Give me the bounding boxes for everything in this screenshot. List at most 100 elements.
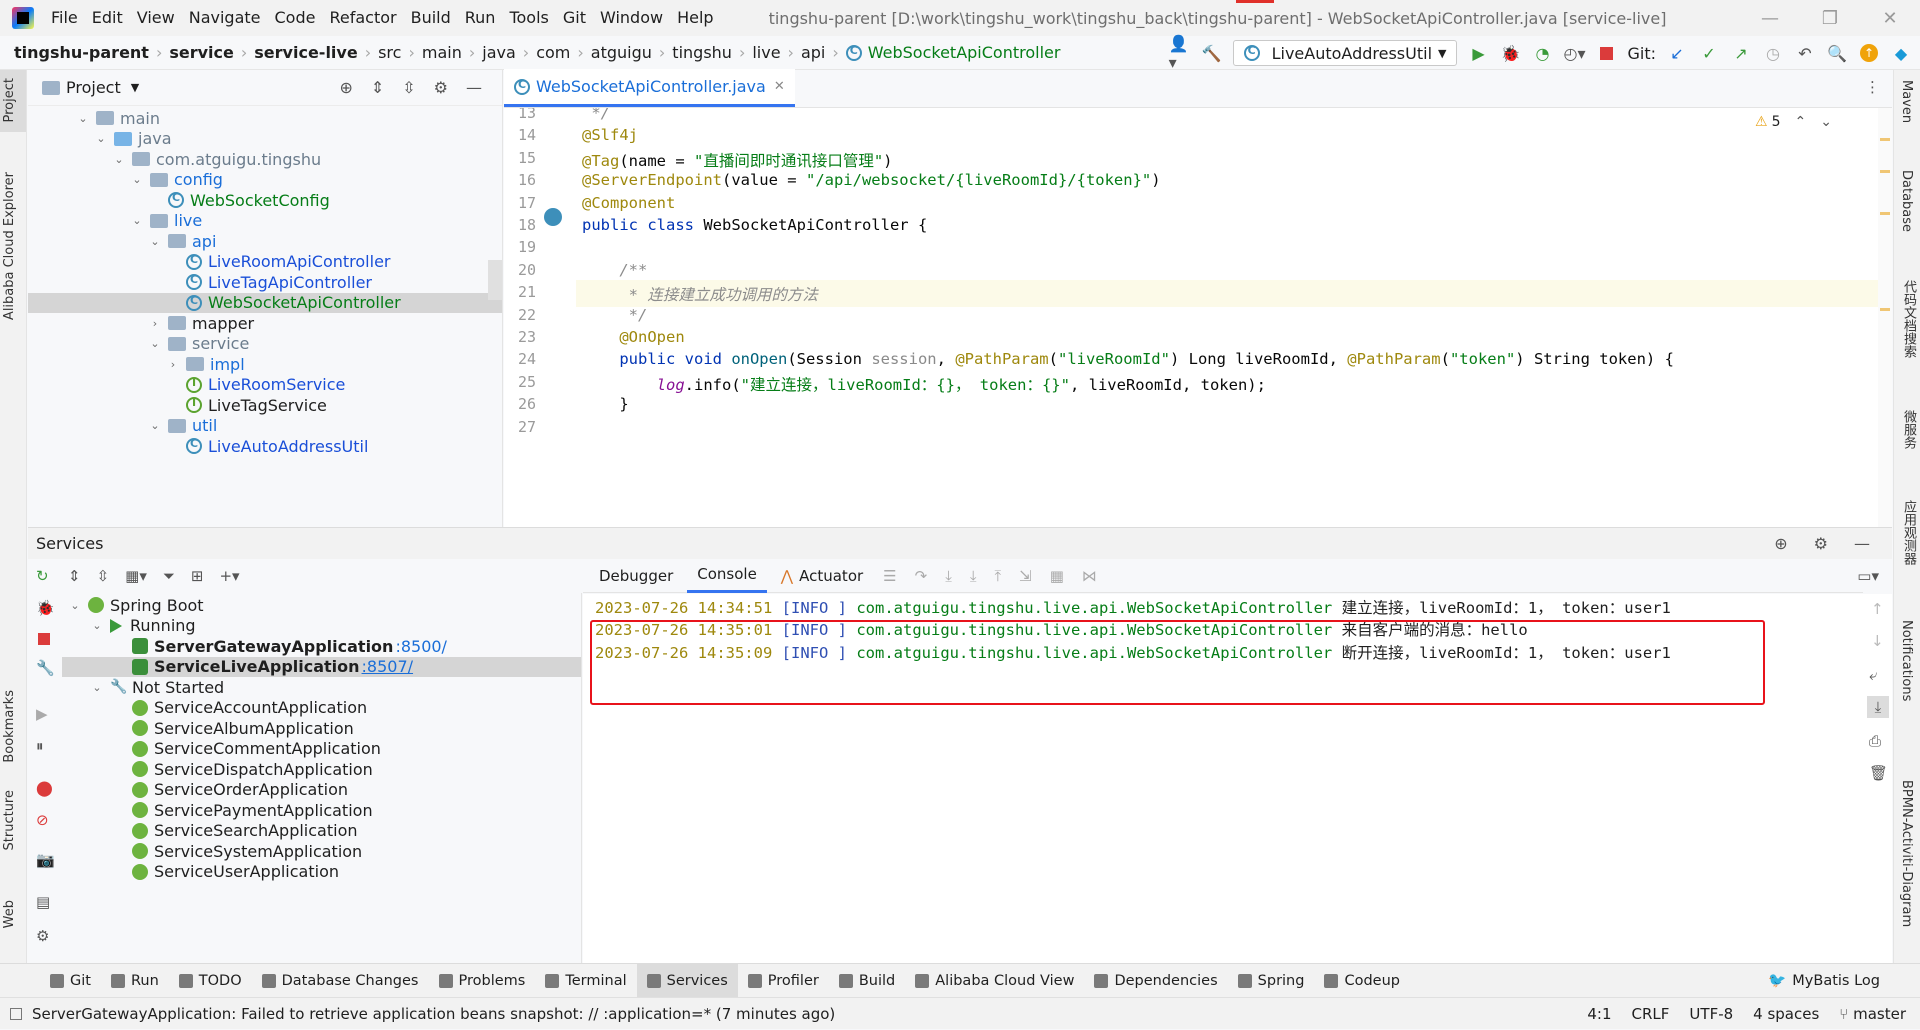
- chevron-down-icon[interactable]: ⌄: [112, 153, 126, 166]
- rollback-icon[interactable]: ↶: [1794, 42, 1816, 64]
- tool-todo[interactable]: TODO: [169, 964, 252, 998]
- breadcrumb-item[interactable]: main: [422, 43, 462, 62]
- structure-tab[interactable]: Structure: [2, 790, 17, 850]
- tool-alibaba-cloud-view[interactable]: Alibaba Cloud View: [905, 964, 1084, 998]
- tree-item[interactable]: LiveAutoAddressUtil: [28, 436, 502, 457]
- tree-item[interactable]: ⌄ util: [28, 416, 502, 437]
- tool-services[interactable]: Services: [636, 963, 738, 998]
- settings-icon[interactable]: ⚙: [36, 927, 49, 945]
- chevron-down-icon[interactable]: ⌄: [76, 112, 90, 125]
- menu-file[interactable]: File: [44, 0, 85, 36]
- tab-actuator[interactable]: ⋀ Actuator: [771, 559, 873, 593]
- pause-icon[interactable]: ⏸: [36, 737, 44, 755]
- tree-item[interactable]: › impl: [28, 354, 502, 375]
- layout-settings-icon[interactable]: ▭▾: [1857, 567, 1879, 585]
- project-panel-title[interactable]: Project: [66, 78, 121, 97]
- indent-setting[interactable]: 4 spaces: [1753, 1005, 1819, 1023]
- breadcrumb-item[interactable]: service-live: [254, 43, 357, 62]
- step-over-icon[interactable]: ↷: [915, 567, 928, 585]
- hide-icon[interactable]: —: [466, 78, 482, 97]
- service-item[interactable]: ⌄ 🔧 Not Started: [62, 677, 581, 698]
- tree-item[interactable]: ⌄ main: [28, 108, 502, 129]
- database-tab[interactable]: Database: [1899, 170, 1914, 232]
- line-separator[interactable]: CRLF: [1632, 1005, 1670, 1023]
- soft-wrap-icon[interactable]: ⤶: [1869, 666, 1877, 684]
- run-to-cursor-icon[interactable]: ⇲: [1019, 567, 1032, 585]
- menu-build[interactable]: Build: [404, 0, 458, 36]
- service-item[interactable]: ServiceAccountApplication: [62, 698, 581, 719]
- build-hammer-icon[interactable]: 🔨: [1201, 42, 1223, 64]
- chevron-down-icon[interactable]: ⌄: [130, 214, 144, 227]
- breadcrumb-item[interactable]: com: [536, 43, 570, 62]
- debug-service-icon[interactable]: 🐞: [36, 599, 55, 617]
- bookmarks-tab[interactable]: Bookmarks: [2, 690, 17, 763]
- tree-item[interactable]: WebSocketConfig: [28, 190, 502, 211]
- close-tab-icon[interactable]: ✕: [774, 79, 785, 94]
- update-icon[interactable]: ↑: [1858, 42, 1880, 64]
- service-item[interactable]: ServiceSystemApplication: [62, 841, 581, 862]
- tool-database-changes[interactable]: Database Changes: [252, 964, 429, 998]
- tab-debugger[interactable]: Debugger: [589, 559, 683, 593]
- microservice-tab[interactable]: 微服务: [1899, 410, 1918, 449]
- notifications-tab[interactable]: Notifications: [1899, 620, 1914, 701]
- breadcrumb-item[interactable]: api: [801, 43, 825, 62]
- search-icon[interactable]: 🔍: [1826, 42, 1848, 64]
- breadcrumb-item[interactable]: tingshu: [672, 43, 732, 62]
- scroll-to-end-icon[interactable]: ⤓: [1867, 696, 1889, 718]
- mute-breakpoints-icon[interactable]: ⊘: [36, 811, 49, 829]
- tree-item[interactable]: › mapper: [28, 313, 502, 334]
- new-tab-icon[interactable]: ⊞: [191, 567, 204, 585]
- git-push-icon[interactable]: ↗: [1730, 42, 1752, 64]
- tree-item[interactable]: LiveTagApiController: [28, 272, 502, 293]
- chevron-down-icon[interactable]: ⌄: [90, 619, 104, 632]
- run-gutter-icon[interactable]: [544, 208, 562, 226]
- tool-profiler[interactable]: Profiler: [738, 964, 829, 998]
- run-icon[interactable]: ▶: [1467, 42, 1489, 64]
- mybatis-log-button[interactable]: 🐦 MyBatis Log: [1768, 972, 1880, 990]
- menu-run[interactable]: Run: [458, 0, 503, 36]
- print-icon[interactable]: ⎙: [1869, 732, 1881, 750]
- profile-icon[interactable]: ◴▾: [1563, 42, 1585, 64]
- chevron-right-icon[interactable]: ›: [148, 317, 162, 330]
- expand-icon[interactable]: ⇕: [68, 567, 81, 585]
- bpmn-diagram-tab[interactable]: BPMN-Activiti-Diagram: [1899, 780, 1914, 927]
- tab-console[interactable]: Console: [687, 559, 767, 593]
- code-editor[interactable]: 13 */ 14 @Slf4j 15 @Tag(name = "直播间即时通讯接口管理"…: [504, 108, 1892, 527]
- close-window-button[interactable]: ✕: [1860, 0, 1920, 36]
- chevron-down-icon[interactable]: ⌄: [148, 337, 162, 350]
- web-tab[interactable]: Web: [2, 900, 17, 928]
- history-icon[interactable]: ◷: [1762, 42, 1784, 64]
- collapse-icon[interactable]: ⇳: [97, 567, 110, 585]
- tree-item[interactable]: ⌄ com.atguigu.tingshu: [28, 149, 502, 170]
- scroll-up-icon[interactable]: ↑: [1871, 600, 1884, 618]
- tree-item[interactable]: ⌄ java: [28, 129, 502, 150]
- project-scrollbar[interactable]: [488, 260, 502, 300]
- camera-icon[interactable]: 📷: [36, 851, 55, 869]
- menu-refactor[interactable]: Refactor: [322, 0, 403, 36]
- breadcrumb-item[interactable]: live: [752, 43, 780, 62]
- filter-icon[interactable]: ⏷: [163, 567, 175, 585]
- tool-git[interactable]: Git: [40, 964, 101, 998]
- stop-service-icon[interactable]: [38, 633, 50, 645]
- tree-item[interactable]: ⌄ api: [28, 231, 502, 252]
- minimize-button[interactable]: —: [1740, 0, 1800, 36]
- service-item[interactable]: ⌄ Spring Boot: [62, 595, 581, 616]
- git-branch[interactable]: ⑂ master: [1839, 1005, 1906, 1023]
- gear-icon[interactable]: ⚙: [434, 78, 448, 97]
- service-item[interactable]: ServiceAlbumApplication: [62, 718, 581, 739]
- expand-all-icon[interactable]: ⇕: [371, 78, 384, 97]
- menu-help[interactable]: Help: [670, 0, 720, 36]
- step-into-icon[interactable]: ⤓: [945, 567, 952, 585]
- git-update-icon[interactable]: ↙: [1666, 42, 1688, 64]
- menu-git[interactable]: Git: [556, 0, 593, 36]
- maven-tab[interactable]: Maven: [1899, 80, 1914, 123]
- run-config-dropdown[interactable]: LiveAutoAddressUtil ▼: [1232, 40, 1458, 66]
- tree-item[interactable]: LiveRoomService: [28, 375, 502, 396]
- plugin-icon[interactable]: ◆: [1890, 42, 1912, 64]
- menu-code[interactable]: Code: [268, 0, 323, 36]
- caret-position[interactable]: 4:1: [1587, 1005, 1611, 1023]
- services-gear-icon[interactable]: ⚙: [1814, 534, 1828, 553]
- chevron-down-icon[interactable]: ⌄: [68, 599, 82, 612]
- clear-icon[interactable]: 🗑: [1869, 764, 1888, 782]
- breakpoints-icon[interactable]: ⬤: [36, 779, 53, 797]
